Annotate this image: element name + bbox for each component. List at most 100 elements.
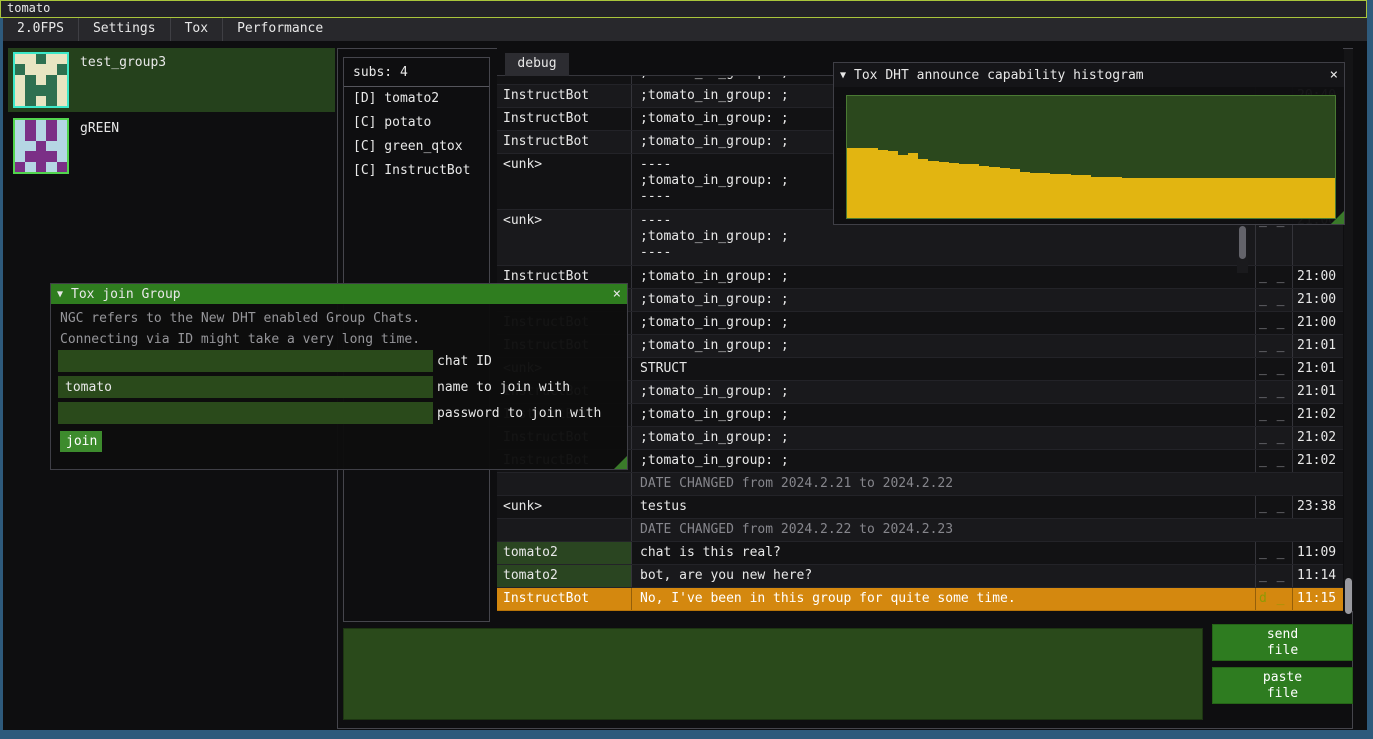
avatar-pixel bbox=[15, 96, 25, 106]
peer-list: [D] tomato2[C] potato[C] green_qtox[C] I… bbox=[344, 87, 489, 183]
message-time: 21:00 bbox=[1292, 312, 1343, 334]
peer-item-tomato2[interactable]: [D] tomato2 bbox=[344, 87, 489, 111]
message-text: ;tomato_in_group: ; bbox=[632, 381, 1255, 403]
sender-name[interactable]: tomato2 bbox=[497, 565, 632, 587]
message-time: 21:01 bbox=[1292, 358, 1343, 380]
window-title: tomato bbox=[7, 1, 50, 15]
avatar-pixel bbox=[57, 64, 67, 74]
join-field-row: password to join with bbox=[58, 402, 601, 424]
avatar-pixel bbox=[36, 141, 46, 151]
histogram-bar bbox=[1315, 178, 1325, 218]
menu-item-performance[interactable]: Performance bbox=[223, 18, 337, 41]
message-time bbox=[1292, 473, 1343, 495]
histogram-bar bbox=[888, 151, 898, 218]
histogram-bar bbox=[898, 155, 908, 218]
delivery-status: _ _ bbox=[1255, 335, 1292, 357]
histogram-bar bbox=[1284, 178, 1294, 218]
histogram-bar bbox=[1254, 178, 1264, 218]
avatar-pixel bbox=[57, 162, 67, 172]
histogram-bar bbox=[1193, 178, 1203, 218]
message-text: ;tomato_in_group: ; bbox=[632, 266, 1255, 288]
menu-bar: 2.0FPSSettingsToxPerformance bbox=[3, 18, 1367, 41]
dht-histogram-plot bbox=[846, 95, 1336, 219]
collapse-arrow-icon[interactable]: ▼ bbox=[840, 70, 846, 81]
message-text: No, I've been in this group for quite so… bbox=[632, 588, 1255, 610]
join-password-label: password to join with bbox=[437, 406, 601, 421]
sender-name[interactable]: <unk> bbox=[497, 210, 632, 265]
avatar-pixel bbox=[46, 96, 56, 106]
sender-name[interactable]: <unk> bbox=[497, 496, 632, 518]
histogram-bar bbox=[918, 159, 928, 218]
avatar-pixel bbox=[36, 130, 46, 140]
delivery-status: _ _ bbox=[1255, 358, 1292, 380]
menu-item-tox[interactable]: Tox bbox=[171, 18, 222, 41]
message-text: STRUCT bbox=[632, 358, 1255, 380]
message-text: ;tomato_in_group: ; bbox=[632, 289, 1255, 311]
close-icon[interactable]: × bbox=[613, 287, 621, 301]
avatar-pixel bbox=[25, 130, 35, 140]
message-time: 11:15 bbox=[1292, 588, 1343, 610]
message-text: testus bbox=[632, 496, 1255, 518]
join-name-input[interactable] bbox=[58, 376, 433, 398]
message-input[interactable] bbox=[343, 628, 1203, 720]
chat-scrollbar-thumb[interactable] bbox=[1345, 578, 1352, 614]
peer-item-green-qtox[interactable]: [C] green_qtox bbox=[344, 135, 489, 159]
avatar-pixel bbox=[46, 162, 56, 172]
window-border-right bbox=[1367, 0, 1373, 730]
avatar-pixel bbox=[46, 54, 56, 64]
avatar-pixel bbox=[36, 162, 46, 172]
avatar-pixel bbox=[36, 96, 46, 106]
avatar-pixel bbox=[15, 75, 25, 85]
join-group-titlebar[interactable]: ▼ Tox join Group × bbox=[51, 284, 627, 304]
tab-debug[interactable]: debug bbox=[505, 53, 569, 76]
dht-histogram-window: ▼ Tox DHT announce capability histogram … bbox=[833, 62, 1345, 225]
sender-name[interactable]: tomato2 bbox=[497, 542, 632, 564]
sender-name[interactable]: InstructBot bbox=[497, 108, 632, 130]
sender-name[interactable]: InstructBot bbox=[497, 131, 632, 153]
message-time: 21:02 bbox=[1292, 427, 1343, 449]
avatar-pixel bbox=[46, 141, 56, 151]
message-row: DATE CHANGED from 2024.2.21 to 2024.2.22 bbox=[497, 473, 1343, 496]
sender-name[interactable]: InstructBot bbox=[497, 85, 632, 107]
chat-id-input[interactable] bbox=[58, 350, 433, 372]
histogram-bar bbox=[1162, 178, 1172, 218]
histogram-bar bbox=[1234, 178, 1244, 218]
sender-name[interactable]: InstructBot bbox=[497, 588, 632, 610]
chat-scrollbar-track[interactable] bbox=[1344, 49, 1353, 611]
peer-item-instructbot[interactable]: [C] InstructBot bbox=[344, 159, 489, 183]
delivery-status: _ _ bbox=[1255, 381, 1292, 403]
window-border-bottom bbox=[0, 730, 1373, 739]
histogram-bar bbox=[867, 148, 877, 218]
avatar-pixel bbox=[57, 151, 67, 161]
dht-histogram-titlebar[interactable]: ▼ Tox DHT announce capability histogram … bbox=[834, 63, 1344, 87]
window-titlebar[interactable]: tomato bbox=[0, 0, 1367, 18]
avatar-pixel bbox=[25, 151, 35, 161]
resize-grip[interactable] bbox=[614, 456, 627, 469]
group-item-test-group3[interactable]: test_group3 bbox=[8, 48, 335, 112]
paste-file-button[interactable]: paste file bbox=[1212, 667, 1353, 704]
avatar-pixel bbox=[36, 85, 46, 95]
peer-item-potato[interactable]: [C] potato bbox=[344, 111, 489, 135]
menu-item-settings[interactable]: Settings bbox=[79, 18, 170, 41]
avatar-pixel bbox=[46, 85, 56, 95]
histogram-bar bbox=[1071, 175, 1081, 218]
avatar-pixel bbox=[57, 120, 67, 130]
avatar-pixel bbox=[57, 75, 67, 85]
histogram-bar bbox=[959, 164, 969, 218]
sender-name[interactable]: <unk> bbox=[497, 154, 632, 209]
group-item-green[interactable]: gREEN bbox=[8, 114, 335, 178]
histogram-bar bbox=[939, 162, 949, 218]
join-button[interactable]: join bbox=[60, 431, 102, 452]
histogram-bar bbox=[1122, 178, 1132, 218]
avatar-pixel bbox=[57, 130, 67, 140]
avatar-pixel bbox=[36, 120, 46, 130]
menu-item-2-0fps[interactable]: 2.0FPS bbox=[3, 18, 78, 41]
histogram-bar bbox=[1050, 174, 1060, 218]
resize-grip[interactable] bbox=[1331, 211, 1344, 224]
close-icon[interactable]: × bbox=[1330, 68, 1338, 82]
send-file-button[interactable]: send file bbox=[1212, 624, 1353, 661]
join-password-input[interactable] bbox=[58, 402, 433, 424]
log-scrollbar-thumb[interactable] bbox=[1239, 226, 1246, 259]
collapse-arrow-icon[interactable]: ▼ bbox=[57, 289, 63, 300]
message-text: ;tomato_in_group: ; bbox=[632, 427, 1255, 449]
